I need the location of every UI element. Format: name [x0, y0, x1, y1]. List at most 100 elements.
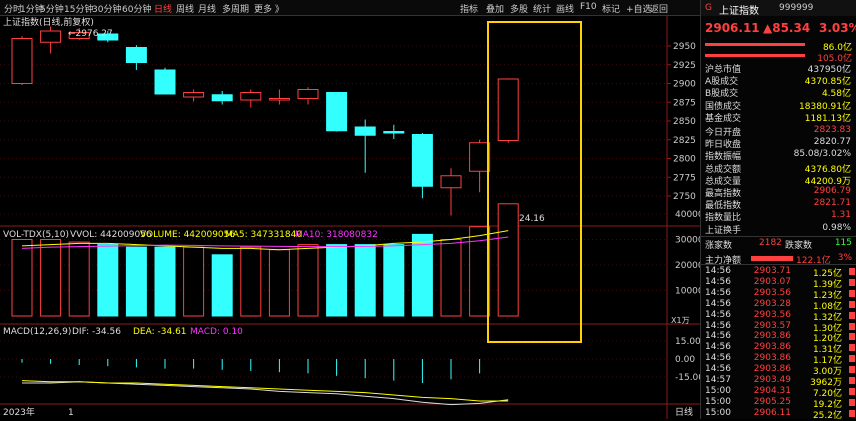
tick-direction-marker [849, 387, 855, 395]
tick-row: 14:56 2903.07 1.39亿 [701, 276, 856, 290]
stat-row: 上证换手 0.98% [701, 222, 851, 236]
toolbar-period-5[interactable]: 60分钟 [122, 2, 151, 15]
dea-value: DEA: -34.61 [133, 327, 187, 337]
volume-unit-label: X1万 [671, 316, 690, 325]
tick-time: 14:56 [705, 309, 731, 320]
decliners-label: 跌家数 [785, 241, 813, 251]
stat-value: 0.98% [822, 222, 851, 233]
tick-time: 14:56 [705, 353, 731, 364]
stat-label: A股成交 [705, 77, 739, 88]
tick-price: 2903.56 [753, 287, 791, 298]
candle-body [297, 89, 319, 99]
tick-price: 2903.57 [753, 320, 791, 331]
stat-label: 最高指数 [705, 189, 742, 199]
tick-direction-marker [849, 344, 855, 352]
stat-label: 沪总市值 [705, 65, 742, 75]
toolbar-period-10[interactable]: 更多 》 [254, 2, 284, 15]
tick-price: 2904.31 [753, 385, 791, 396]
toolbar-period-7[interactable]: 周线 [176, 2, 194, 15]
stat-label: 今日开盘 [705, 128, 742, 138]
stat-row: 昨日收盘 2820.77 [701, 137, 851, 150]
toolbar-period-8[interactable]: 月线 [198, 2, 216, 15]
tick-price: 2903.86 [753, 353, 791, 364]
macd-axis-label: -15.00 [675, 373, 700, 383]
toolbar-tool-8[interactable]: 返回 [650, 2, 668, 15]
toolbar-tool-5[interactable]: F10 [580, 2, 597, 12]
candle-body [411, 134, 433, 187]
tick-direction-marker [849, 278, 855, 286]
tick-time: 14:56 [705, 266, 731, 276]
main-flow-pct: 3% [837, 253, 852, 263]
toolbar-period-9[interactable]: 多周期 [222, 2, 249, 15]
stat-row: 总成交量 44200.9万 [701, 174, 851, 187]
volume-bar [240, 246, 262, 317]
toolbar-tool-2[interactable]: 多股 [510, 2, 528, 15]
toolbar-tool-7[interactable]: +自选 [626, 2, 652, 15]
tick-row: 15:00 2904.31 7.20亿 [701, 385, 856, 399]
volume-bar [354, 244, 376, 317]
tick-direction-marker [849, 289, 855, 297]
stat-value: 2821.71 [813, 198, 851, 209]
tick-price: 2903.86 [753, 342, 791, 353]
stat-label: 国债成交 [705, 101, 742, 112]
candle-body [469, 142, 491, 172]
tick-row: 14:56 2903.56 1.23亿 [701, 287, 856, 301]
stat-value: 1181.13亿 [804, 113, 851, 124]
tick-time: 14:57 [705, 375, 731, 385]
toolbar-tool-0[interactable]: 指标 [460, 2, 478, 15]
price-change-pct: 3.03% [819, 21, 856, 35]
month-label: 1 [68, 408, 74, 418]
ratio-bar-2 [705, 54, 805, 57]
tick-row: 14:56 2903.28 1.08亿 [701, 299, 856, 312]
tick-time: 14:56 [705, 342, 731, 353]
stat-label: 指数量比 [705, 213, 742, 224]
tick-list[interactable]: 14:56 2903.71 1.25亿 14:56 2903.07 1.39亿 14:56 2… [701, 266, 856, 421]
stat-row: 总成交额 4376.80亿 [701, 162, 851, 175]
index-code: 999999 [779, 3, 814, 13]
tick-time: 14:56 [705, 287, 731, 298]
tick-time: 14:56 [705, 331, 731, 342]
volume-bar [297, 244, 319, 317]
tick-direction-marker [849, 333, 855, 341]
tick-direction-marker [849, 268, 855, 275]
volume-bar [411, 233, 433, 317]
macd-axis-label: 15.00 [675, 337, 700, 347]
toolbar-period-3[interactable]: 15分钟 [64, 2, 93, 15]
toolbar-tool-1[interactable]: 叠加 [486, 2, 504, 15]
ma10-value: MA10: 318080832 [295, 230, 378, 240]
candle-body [440, 175, 462, 189]
main-flow-bar [751, 256, 793, 261]
toolbar-tool-3[interactable]: 统计 [533, 2, 551, 15]
toolbar-period-4[interactable]: 30分钟 [92, 2, 121, 15]
tick-time: 15:00 [705, 407, 731, 418]
tick-price: 2903.07 [753, 276, 791, 287]
tick-row: 15:00 2906.11 25.2亿 [701, 407, 856, 421]
period-toolbar: 分时 1分钟 5分钟 15分钟 30分钟 60分钟 日线 周线 月线 多周期 更多 》指标 叠加 多股统… [0, 0, 700, 16]
toolbar-period-6[interactable]: 日线 [154, 2, 172, 15]
chart-title: 上证指数(日线,前复权) [3, 16, 94, 28]
price-axis-label: 2900 [673, 80, 696, 90]
price-axis-label: 2950 [673, 42, 696, 52]
toolbar-tool-6[interactable]: 标记 [602, 2, 620, 15]
stat-row: 最低指数 2821.71 [701, 198, 851, 211]
year-label: 2023年 [3, 406, 35, 418]
advancers-label: 涨家数 [705, 241, 733, 251]
tick-price: 2903.49 [753, 375, 791, 385]
toolbar-period-2[interactable]: 5分钟 [40, 2, 64, 15]
stat-row: 最高指数 2906.79 [701, 186, 851, 199]
toolbar-tool-4[interactable]: 画线 [556, 2, 574, 15]
price-axis-label: 2850 [673, 117, 696, 127]
tick-time: 14:56 [705, 364, 731, 375]
tick-row: 14:56 2903.86 3.00万 [701, 364, 856, 377]
volume-axis-label: 10000 [675, 287, 700, 297]
candle-body [125, 47, 147, 63]
volume-bar [183, 246, 205, 317]
kline-chart-svg[interactable]: 2950 2925 2900 2875 2850 2825 2800 2775 2750 上证指数… [0, 16, 700, 419]
stat-label: 上证换手 [705, 225, 742, 236]
stat-row: 沪总市值 437950亿 [701, 62, 851, 75]
macd-axis-label: 0.00 [675, 355, 695, 365]
tick-row: 14:56 2903.71 1.25亿 [701, 266, 856, 279]
tick-direction-marker [849, 355, 855, 363]
dif-value: DIF: -34.56 [72, 327, 121, 337]
chart-area[interactable]: 2950 2925 2900 2875 2850 2825 2800 2775 2750 上证指数… [0, 16, 700, 419]
